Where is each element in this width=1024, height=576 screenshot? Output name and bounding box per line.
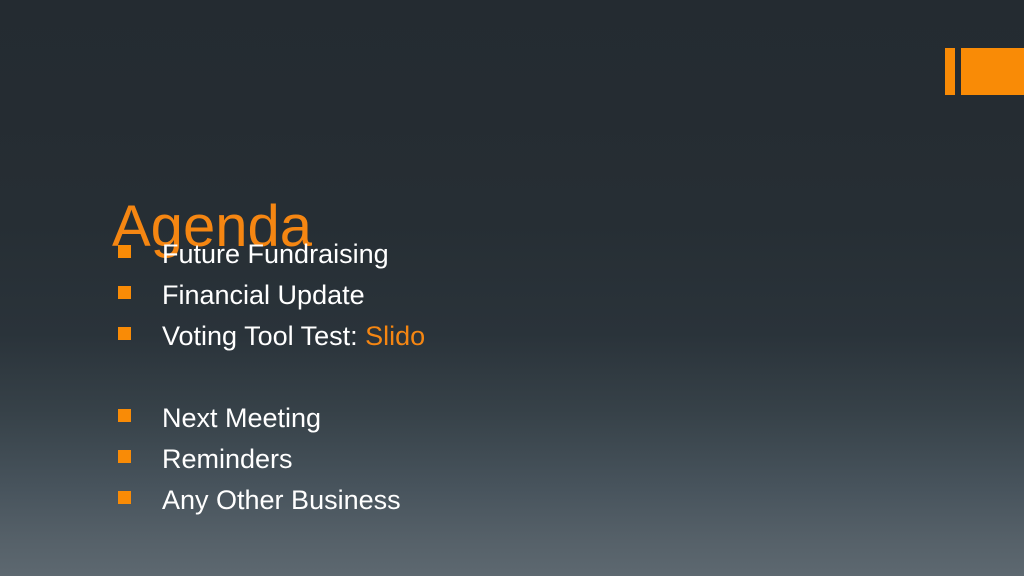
decoration-thin-bar-icon [945, 48, 955, 95]
list-item-accent: Slido [365, 321, 426, 351]
list-item-label: Reminders [162, 444, 293, 474]
list-item: Any Other Business [118, 484, 878, 525]
slide-canvas: Agenda Future Fundraising Financial Upda… [0, 0, 1024, 576]
bullet-square-icon [118, 327, 131, 340]
agenda-bullet-list: Future Fundraising Financial Update Voti… [118, 238, 878, 525]
bullet-square-icon [118, 286, 131, 299]
bullet-square-icon [118, 409, 131, 422]
list-item-label: Next Meeting [162, 403, 322, 433]
list-item: Financial Update [118, 279, 878, 320]
list-item-label: Future Fundraising [162, 239, 389, 269]
list-item: Reminders [118, 443, 878, 484]
list-item: Future Fundraising [118, 238, 878, 279]
bullet-square-icon [118, 450, 131, 463]
list-item: Next Meeting [118, 402, 878, 443]
bullet-square-icon [118, 491, 131, 504]
list-item-label: Financial Update [162, 280, 365, 310]
list-item-label: Any Other Business [162, 485, 401, 515]
list-item-label: Voting Tool Test: Slido [162, 321, 426, 351]
list-item: Voting Tool Test: Slido [118, 320, 878, 361]
list-item-spacer [118, 361, 878, 402]
decoration-wide-bar-icon [961, 48, 1024, 95]
bullet-square-icon [118, 245, 131, 258]
